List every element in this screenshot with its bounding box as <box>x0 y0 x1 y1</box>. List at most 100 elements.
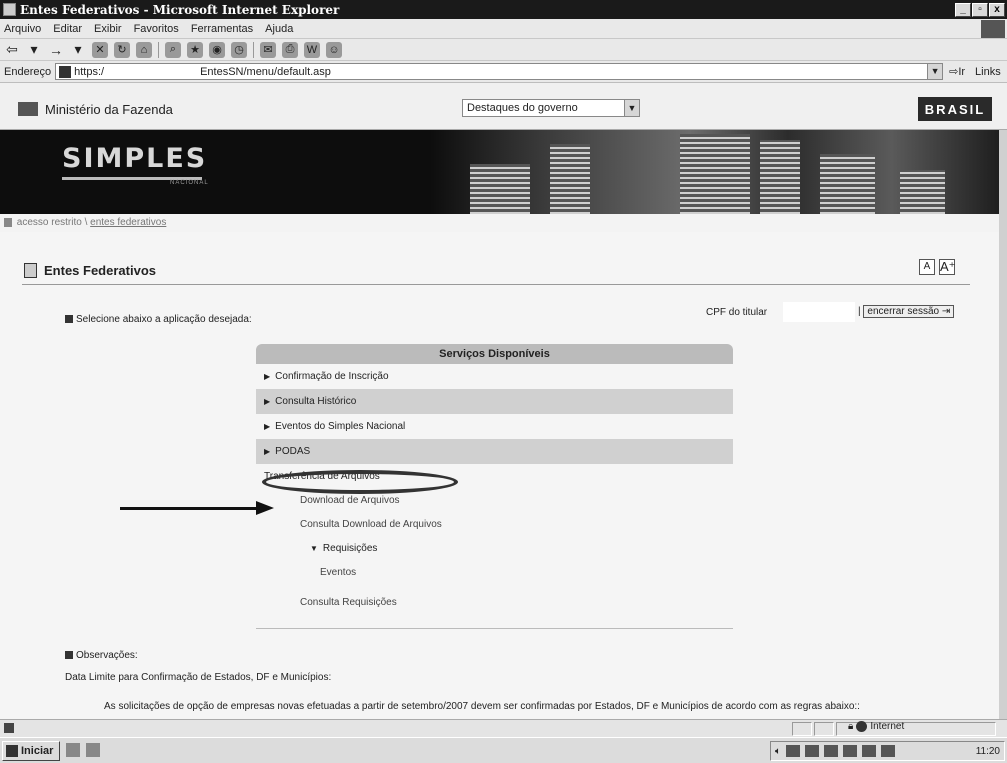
start-button[interactable]: Iniciar <box>2 741 60 761</box>
select-instruction: Selecione abaixo a aplicação desejada: <box>65 314 252 325</box>
logout-area: | encerrar sessão ⇥ <box>858 305 955 318</box>
favorites-icon[interactable]: ★ <box>187 41 203 58</box>
address-dropdown-icon[interactable]: ▼ <box>927 64 943 79</box>
service-subitem-requisicoes[interactable]: ▼ Requisições <box>256 537 733 561</box>
search-icon[interactable]: ⌕ <box>165 41 181 58</box>
chevron-down-icon[interactable]: ▼ <box>624 100 639 116</box>
service-label: Requisições <box>322 543 378 554</box>
simples-banner: SIMPLES NACIONAL <box>0 130 1007 214</box>
clock: 11:20 <box>975 745 1000 757</box>
menu-bar: Arquivo Editar Exibir Favoritos Ferramen… <box>0 19 1007 39</box>
triangle-right-icon: ▶ <box>264 372 271 381</box>
tray-icon[interactable] <box>881 745 895 757</box>
maximize-button[interactable]: ▫ <box>972 2 988 17</box>
start-label: Iniciar <box>21 745 54 757</box>
media-icon[interactable]: ◉ <box>209 41 225 58</box>
go-button[interactable]: ⇨Ir <box>949 65 965 78</box>
service-subitem-eventos[interactable]: Eventos <box>256 561 733 585</box>
windows-logo-icon <box>981 19 1005 38</box>
service-item-podas[interactable]: ▶ PODAS <box>256 439 733 464</box>
messenger-icon[interactable]: ☺ <box>326 41 342 58</box>
lock-icon <box>4 217 12 227</box>
font-increase-button[interactable]: A⁺ <box>939 259 956 275</box>
breadcrumb: acesso restrito \ entes federativos <box>0 214 1007 232</box>
observations-heading: Observações: <box>65 650 138 661</box>
service-label: PODAS <box>275 446 311 457</box>
service-subitem-consulta-requisicoes[interactable]: Consulta Requisições <box>256 591 733 615</box>
triangle-right-icon: ▶ <box>264 397 271 406</box>
services-divider <box>256 615 733 629</box>
volume-icon[interactable]: 🔈︎ <box>775 746 781 757</box>
address-input[interactable]: https:/ EntesSN/menu/default.asp ▼ <box>55 63 944 80</box>
dropdown-icon[interactable]: ▾ <box>70 41 86 58</box>
lock-icon: 🔒︎ <box>848 721 854 732</box>
desktop-quicklaunch-icon[interactable] <box>86 743 100 757</box>
service-item-confirmacao[interactable]: ▶ Confirmação de Inscrição <box>256 364 733 389</box>
tray-icon[interactable] <box>824 745 838 757</box>
address-bar: Endereço https:/ EntesSN/menu/default.as… <box>0 61 1007 83</box>
pointer-arrow-head <box>256 501 274 515</box>
page-icon <box>59 65 72 78</box>
service-subitem-consulta-download[interactable]: Consulta Download de Arquivos <box>256 513 733 537</box>
menu-editar[interactable]: Editar <box>53 23 82 35</box>
page-title: Entes Federativos <box>44 263 156 278</box>
back-icon[interactable]: ⇦ <box>4 41 20 58</box>
close-button[interactable]: x <box>989 2 1005 17</box>
tray-icon[interactable] <box>862 745 876 757</box>
section-header: Entes Federativos A A⁺ <box>22 259 970 285</box>
mail-icon[interactable]: ✉ <box>260 41 276 58</box>
destaques-select[interactable]: Destaques do governo ▼ <box>462 99 640 117</box>
ministry-title[interactable]: Ministério da Fazenda <box>45 102 173 117</box>
dropdown-icon[interactable]: ▾ <box>26 41 42 58</box>
status-cell <box>792 722 812 736</box>
address-url-start: https:/ <box>74 65 105 78</box>
select-instruction-text: Selecione abaixo a aplicação desejada: <box>76 314 252 325</box>
minimize-button[interactable]: _ <box>955 2 971 17</box>
refresh-icon[interactable]: ↻ <box>114 41 130 58</box>
service-item-consulta-historico[interactable]: ▶ Consulta Histórico <box>256 389 733 414</box>
page-content: Entes Federativos A A⁺ Selecione abaixo … <box>0 232 1007 719</box>
vertical-scrollbar[interactable] <box>999 130 1007 719</box>
logo-text: SIMPLES <box>62 143 208 174</box>
menu-arquivo[interactable]: Arquivo <box>4 23 41 35</box>
service-label: Confirmação de Inscrição <box>275 371 389 382</box>
menu-favoritos[interactable]: Favoritos <box>134 23 179 35</box>
tray-icon[interactable] <box>805 745 819 757</box>
system-tray: 🔈︎ 11:20 <box>770 741 1005 761</box>
service-item-eventos[interactable]: ▶ Eventos do Simples Nacional <box>256 414 733 439</box>
requests-note: As solicitações de opção de empresas nov… <box>104 701 860 712</box>
triangle-right-icon: ▶ <box>264 447 271 456</box>
go-label: Ir <box>958 66 966 78</box>
windows-flag-icon <box>6 745 18 757</box>
logout-button[interactable]: encerrar sessão ⇥ <box>863 305 955 318</box>
standard-toolbar: ⇦ ▾ → ▾ ✕ ↻ ⌂ ⌕ ★ ◉ ◷ ✉ ⎙ W ☺ <box>0 39 1007 61</box>
city-skyline-image <box>430 130 1007 214</box>
stop-icon[interactable]: ✕ <box>92 41 108 58</box>
ie-icon <box>3 3 16 16</box>
bullet-icon <box>65 651 73 659</box>
breadcrumb-root: acesso restrito <box>16 217 82 228</box>
word-icon[interactable]: W <box>304 41 320 58</box>
tray-icon[interactable] <box>843 745 857 757</box>
menu-ferramentas[interactable]: Ferramentas <box>191 23 253 35</box>
breadcrumb-current-link[interactable]: entes federativos <box>90 217 166 228</box>
address-url-end: EntesSN/menu/default.asp <box>200 65 331 78</box>
print-icon[interactable]: ⎙ <box>282 41 298 58</box>
address-label: Endereço <box>4 65 52 78</box>
triangle-down-icon: ▼ <box>310 544 318 553</box>
forward-icon[interactable]: → <box>48 42 64 58</box>
history-icon[interactable]: ◷ <box>231 41 247 58</box>
home-icon[interactable]: ⌂ <box>136 41 152 58</box>
menu-exibir[interactable]: Exibir <box>94 23 122 35</box>
toolbar-separator <box>158 41 159 58</box>
toolbar-separator <box>253 41 254 58</box>
ie-quicklaunch-icon[interactable] <box>66 743 80 757</box>
tray-icon[interactable] <box>786 745 800 757</box>
status-cell <box>814 722 834 736</box>
window-title: Entes Federativos - Microsoft Internet E… <box>20 2 340 17</box>
brasil-logo[interactable]: BRASIL <box>918 97 992 121</box>
links-button[interactable]: Links <box>975 66 1001 78</box>
menu-ajuda[interactable]: Ajuda <box>265 23 293 35</box>
service-label: Consulta Histórico <box>275 396 357 407</box>
font-decrease-button[interactable]: A <box>919 259 935 275</box>
